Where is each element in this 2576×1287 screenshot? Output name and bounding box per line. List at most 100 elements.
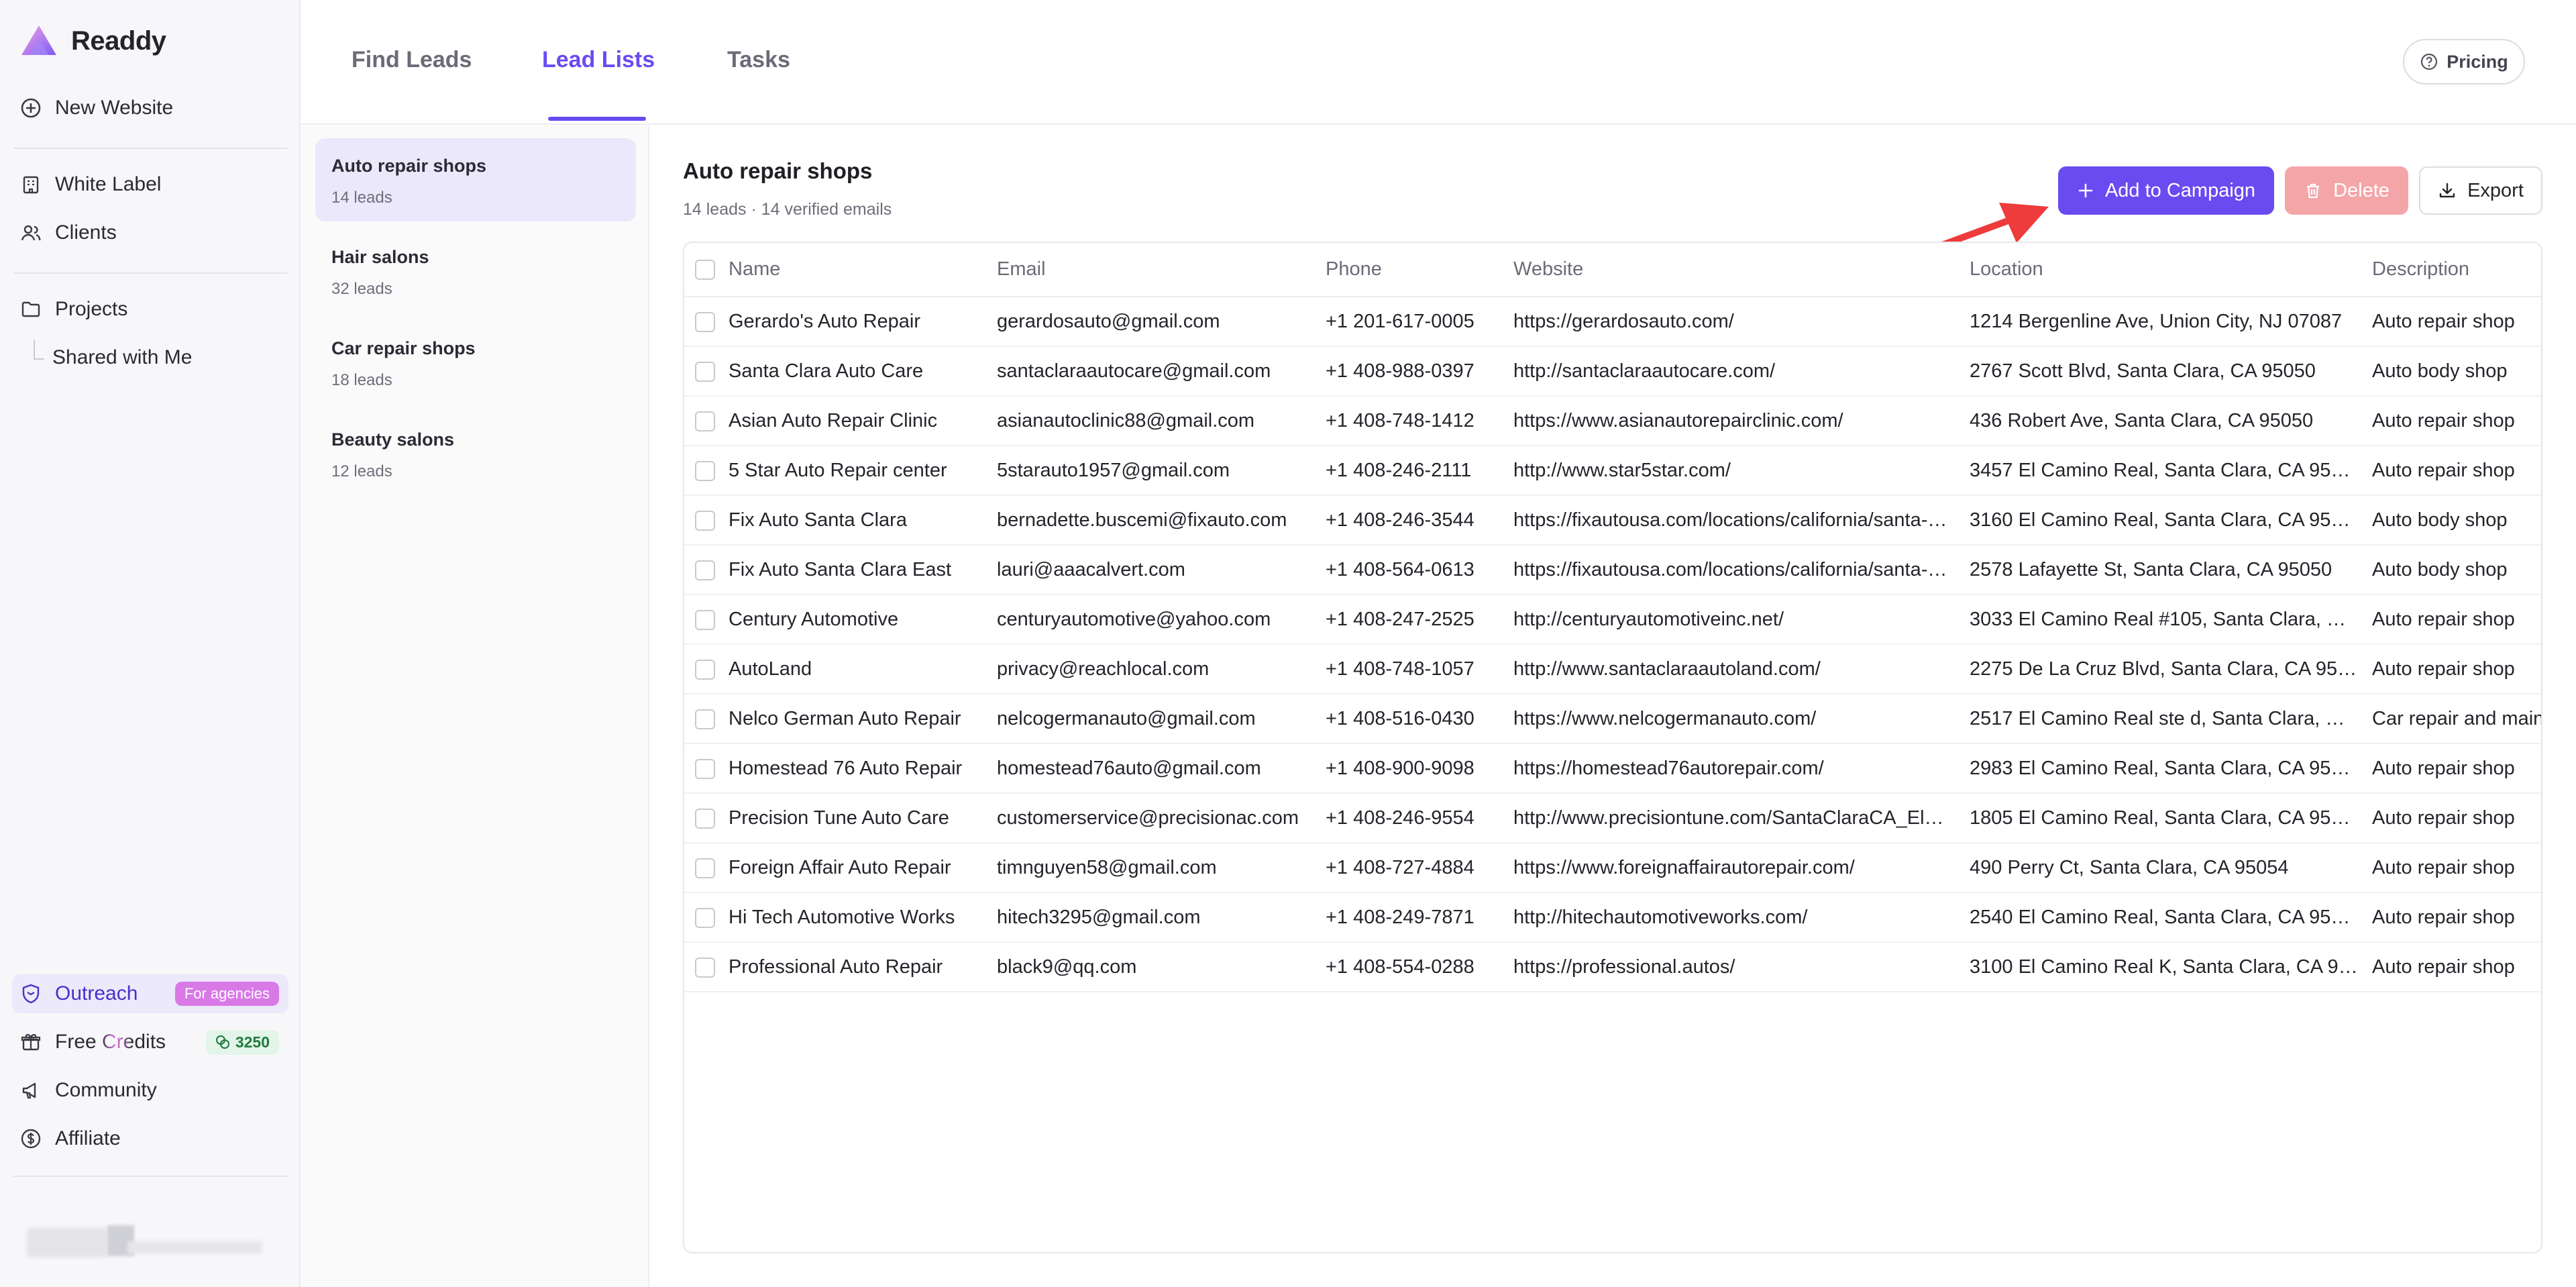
table-row[interactable]: Professional Auto Repair black9@qq.com +1 … (684, 942, 2541, 992)
lead-website[interactable]: https://gerardosauto.com/ (1513, 297, 1970, 347)
table-row[interactable]: Nelco German Auto Repair nelcogermanauto@… (684, 694, 2541, 744)
select-all-checkbox[interactable] (695, 260, 715, 280)
lead-name: Century Automotive (729, 595, 997, 645)
lead-website[interactable]: https://fixautousa.com/locations/califor… (1513, 545, 1970, 595)
row-checkbox[interactable] (695, 510, 715, 531)
list-item-auto-repair-shops[interactable]: Auto repair shops 14 leads (315, 138, 636, 221)
lead-website[interactable]: https://www.foreignaffairautorepair.com/ (1513, 843, 1970, 893)
table-row[interactable]: Santa Clara Auto Care santaclaraautocare@… (684, 346, 2541, 397)
sidebar-item-free-credits[interactable]: Free Credits 3250 (12, 1023, 288, 1062)
lead-email[interactable]: customerservice@precisionac.com (997, 793, 1326, 843)
row-checkbox[interactable] (695, 609, 715, 630)
column-header-website[interactable]: Website (1513, 243, 1970, 297)
table-row[interactable]: Precision Tune Auto Care customerservice@… (684, 793, 2541, 843)
add-to-campaign-button[interactable]: Add to Campaign (2058, 166, 2274, 215)
row-checkbox[interactable] (695, 411, 715, 431)
sidebar-item-projects[interactable]: Projects (12, 290, 288, 329)
row-checkbox[interactable] (695, 808, 715, 829)
affiliate-label: Affiliate (55, 1127, 121, 1149)
row-checkbox[interactable] (695, 709, 715, 729)
sidebar-item-clients[interactable]: Clients (12, 213, 288, 252)
lead-location: 490 Perry Ct, Santa Clara, CA 95054 (1970, 843, 2372, 893)
row-checkbox[interactable] (695, 659, 715, 680)
table-row[interactable]: Century Automotive centuryautomotive@yaho… (684, 595, 2541, 645)
lead-email[interactable]: bernadette.buscemi@fixauto.com (997, 495, 1326, 546)
lead-website[interactable]: http://santaclaraautocare.com/ (1513, 346, 1970, 397)
row-checkbox[interactable] (695, 858, 715, 878)
tab-tasks[interactable]: Tasks (727, 47, 790, 73)
lead-website[interactable]: http://hitechautomotiveworks.com/ (1513, 892, 1970, 943)
pricing-button[interactable]: Pricing (2403, 39, 2525, 85)
lead-website[interactable]: https://fixautousa.com/locations/califor… (1513, 495, 1970, 546)
lead-email[interactable]: black9@qq.com (997, 942, 1326, 992)
lead-website[interactable]: https://professional.autos/ (1513, 942, 1970, 992)
outreach-shield-icon (22, 984, 40, 1004)
lead-description: Auto repair shop (2372, 892, 2541, 943)
lead-website[interactable]: http://www.precisiontune.com/SantaClaraC… (1513, 793, 1970, 843)
row-select-cell (684, 396, 729, 446)
row-checkbox[interactable] (695, 957, 715, 978)
column-header-name[interactable]: Name (729, 243, 997, 297)
list-item-beauty-salons[interactable]: Beauty salons 12 leads (315, 412, 636, 495)
delete-button[interactable]: Delete (2285, 166, 2408, 215)
table-row[interactable]: Hi Tech Automotive Works hitech3295@gmail… (684, 892, 2541, 943)
row-checkbox[interactable] (695, 907, 715, 928)
lead-email[interactable]: homestead76auto@gmail.com (997, 743, 1326, 794)
lead-email[interactable]: privacy@reachlocal.com (997, 644, 1326, 694)
lead-website[interactable]: http://centuryautomotiveinc.net/ (1513, 595, 1970, 645)
sidebar-item-outreach[interactable]: Outreach For agencies (12, 974, 288, 1013)
lead-location: 1214 Bergenline Ave, Union City, NJ 0708… (1970, 297, 2372, 347)
table-row[interactable]: Fix Auto Santa Clara East lauri@aaacalver… (684, 545, 2541, 595)
user-account-blurred[interactable] (27, 1225, 268, 1262)
lead-email[interactable]: timnguyen58@gmail.com (997, 843, 1326, 893)
column-header-phone[interactable]: Phone (1326, 243, 1513, 297)
app-logo[interactable]: Readdy (20, 21, 166, 60)
table-row[interactable]: Homestead 76 Auto Repair homestead76auto@… (684, 743, 2541, 794)
lead-website[interactable]: https://www.asianautorepairclinic.com/ (1513, 396, 1970, 446)
sidebar-item-white-label[interactable]: White Label (12, 165, 288, 204)
lead-email[interactable]: asianautoclinic88@gmail.com (997, 396, 1326, 446)
table-row[interactable]: Foreign Affair Auto Repair timnguyen58@gm… (684, 843, 2541, 893)
row-select-cell (684, 694, 729, 744)
sidebar-item-affiliate[interactable]: Affiliate (12, 1119, 288, 1158)
lead-phone: +1 408-748-1412 (1326, 396, 1513, 446)
new-website-button[interactable]: New Website (12, 89, 288, 127)
row-select-cell (684, 545, 729, 595)
tab-find-leads[interactable]: Find Leads (352, 47, 472, 73)
export-button[interactable]: Export (2419, 166, 2542, 215)
row-checkbox[interactable] (695, 361, 715, 382)
list-item-car-repair-shops[interactable]: Car repair shops 18 leads (315, 321, 636, 404)
lead-email[interactable]: 5starauto1957@gmail.com (997, 446, 1326, 496)
column-header-location[interactable]: Location (1970, 243, 2372, 297)
lead-website[interactable]: https://www.nelcogermanauto.com/ (1513, 694, 1970, 744)
row-checkbox[interactable] (695, 311, 715, 332)
lead-email[interactable]: santaclaraautocare@gmail.com (997, 346, 1326, 397)
lead-website[interactable]: http://www.santaclaraautoland.com/ (1513, 644, 1970, 694)
row-checkbox[interactable] (695, 560, 715, 580)
table-row[interactable]: AutoLand privacy@reachlocal.com +1 408-748… (684, 644, 2541, 694)
lead-email[interactable]: centuryautomotive@yahoo.com (997, 595, 1326, 645)
lead-email[interactable]: lauri@aaacalvert.com (997, 545, 1326, 595)
leads-table-container: Name Email Phone Website Location Descri… (683, 242, 2542, 1253)
active-tab-indicator (548, 117, 646, 121)
row-checkbox[interactable] (695, 460, 715, 481)
row-checkbox[interactable] (695, 758, 715, 779)
lead-website[interactable]: https://homestead76autorepair.com/ (1513, 743, 1970, 794)
column-header-description[interactable]: Description (2372, 243, 2541, 297)
community-label: Community (55, 1079, 157, 1101)
table-row[interactable]: Gerardo's Auto Repair gerardosauto@gmail.… (684, 297, 2541, 347)
lead-email[interactable]: gerardosauto@gmail.com (997, 297, 1326, 347)
table-row[interactable]: Asian Auto Repair Clinic asianautoclinic8… (684, 396, 2541, 446)
sidebar-item-shared-with-me[interactable]: Shared with Me (44, 338, 288, 377)
trash-icon (2307, 183, 2320, 199)
table-row[interactable]: Fix Auto Santa Clara bernadette.buscemi@f… (684, 495, 2541, 546)
column-header-email[interactable]: Email (997, 243, 1326, 297)
sidebar-item-community[interactable]: Community (12, 1071, 288, 1110)
table-row[interactable]: 5 Star Auto Repair center 5starauto1957@g… (684, 446, 2541, 496)
tab-lead-lists[interactable]: Lead Lists (542, 47, 655, 73)
lead-email[interactable]: nelcogermanauto@gmail.com (997, 694, 1326, 744)
list-item-hair-salons[interactable]: Hair salons 32 leads (315, 229, 636, 313)
lead-website[interactable]: http://www.star5star.com/ (1513, 446, 1970, 496)
lead-email[interactable]: hitech3295@gmail.com (997, 892, 1326, 943)
credits-badge: 3250 (205, 1029, 279, 1055)
